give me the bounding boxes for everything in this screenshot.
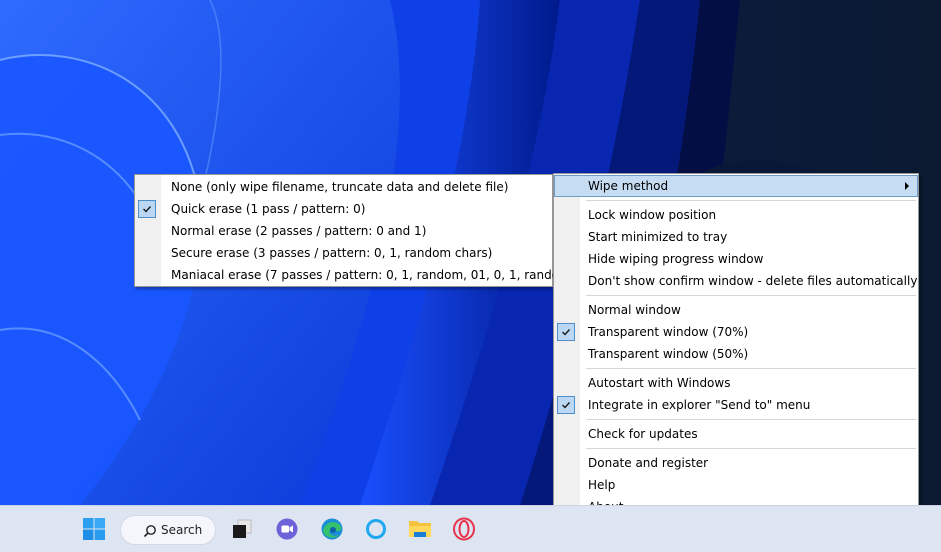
menu-item-label: Normal window	[588, 303, 681, 317]
wipe-option-maniacal[interactable]: Maniacal erase (7 passes / pattern: 0, 1…	[135, 264, 575, 286]
taskbar: Search	[0, 505, 941, 552]
checkmark-icon	[557, 396, 575, 414]
menu-separator	[586, 419, 916, 420]
wipe-option-secure[interactable]: Secure erase (3 passes / pattern: 0, 1, …	[135, 242, 552, 264]
menu-item-normal-window[interactable]: Normal window	[554, 299, 918, 321]
menu-item-label: Hide wiping progress window	[588, 252, 764, 266]
menu-separator	[586, 448, 916, 449]
checkmark-icon	[557, 323, 575, 341]
menu-separator	[586, 200, 916, 201]
menu-item-label: Quick erase (1 pass / pattern: 0)	[171, 202, 366, 216]
checkmark-icon	[138, 200, 156, 218]
menu-item-label: Secure erase (3 passes / pattern: 0, 1, …	[171, 246, 493, 260]
menu-item-hide-progress[interactable]: Hide wiping progress window	[554, 248, 918, 270]
menu-item-label: None (only wipe filename, truncate data …	[171, 180, 509, 194]
search-icon	[143, 524, 157, 541]
menu-item-label: Integrate in explorer "Send to" menu	[588, 398, 811, 412]
edge-icon[interactable]	[318, 515, 346, 543]
file-explorer-icon[interactable]	[406, 515, 434, 543]
menu-item-transparent-70[interactable]: Transparent window (70%)	[554, 321, 918, 343]
windows-start-icon[interactable]	[80, 515, 108, 543]
menu-separator	[586, 368, 916, 369]
menu-item-check-updates[interactable]: Check for updates	[554, 423, 918, 445]
menu-item-label: Autostart with Windows	[588, 376, 731, 390]
menu-item-no-confirm[interactable]: Don't show confirm window - delete files…	[554, 270, 918, 292]
menu-item-label: Transparent window (70%)	[588, 325, 749, 339]
menu-item-autostart[interactable]: Autostart with Windows	[554, 372, 918, 394]
menu-item-transparent-50[interactable]: Transparent window (50%)	[554, 343, 918, 365]
menu-item-label: Wipe method	[588, 179, 669, 193]
opera-icon[interactable]	[450, 515, 478, 543]
search-label: Search	[161, 523, 203, 537]
menu-item-donate[interactable]: Donate and register	[554, 452, 918, 474]
menu-item-label: Maniacal erase (7 passes / pattern: 0, 1…	[171, 268, 576, 282]
menu-item-label: Help	[588, 478, 616, 492]
menu-item-lock-window-position[interactable]: Lock window position	[554, 204, 918, 226]
submenu-arrow-icon	[905, 182, 909, 190]
menu-item-label: Normal erase (2 passes / pattern: 0 and …	[171, 224, 427, 238]
menu-item-label: Start minimized to tray	[588, 230, 728, 244]
menu-item-label: Transparent window (50%)	[588, 347, 749, 361]
menu-item-help[interactable]: Help	[554, 474, 918, 496]
menu-item-label: Check for updates	[588, 427, 698, 441]
task-view-icon[interactable]	[228, 515, 256, 543]
tray-context-menu: Wipe method Lock window position Start m…	[553, 173, 919, 536]
menu-item-start-minimized[interactable]: Start minimized to tray	[554, 226, 918, 248]
menu-item-label: Lock window position	[588, 208, 717, 222]
taskbar-search-box[interactable]: Search	[120, 515, 216, 545]
cortana-icon[interactable]	[362, 515, 390, 543]
wipe-option-none[interactable]: None (only wipe filename, truncate data …	[135, 176, 552, 198]
wipe-option-normal[interactable]: Normal erase (2 passes / pattern: 0 and …	[135, 220, 552, 242]
menu-item-wipe-method[interactable]: Wipe method	[554, 175, 918, 197]
menu-item-send-to-integration[interactable]: Integrate in explorer "Send to" menu	[554, 394, 918, 416]
wipe-option-quick[interactable]: Quick erase (1 pass / pattern: 0)	[135, 198, 552, 220]
menu-item-label: Don't show confirm window - delete files…	[588, 274, 918, 288]
wipe-method-submenu: None (only wipe filename, truncate data …	[134, 174, 575, 287]
teams-chat-icon[interactable]	[273, 515, 301, 543]
menu-item-label: Donate and register	[588, 456, 709, 470]
menu-separator	[586, 295, 916, 296]
